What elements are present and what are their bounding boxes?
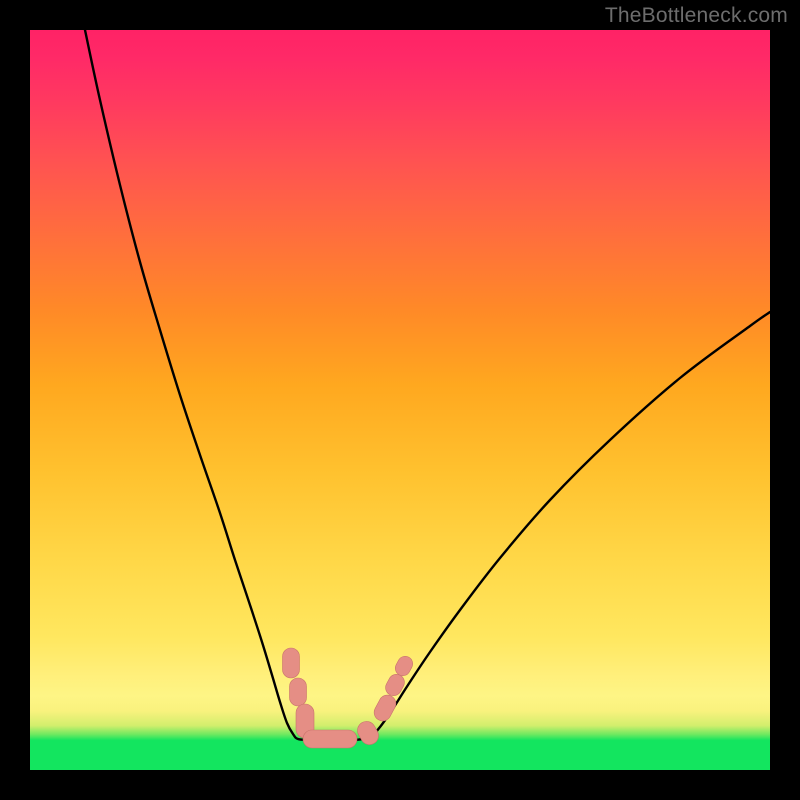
bottleneck-curve (85, 30, 770, 741)
data-marker (354, 718, 382, 748)
chart-svg (30, 30, 770, 770)
data-marker (371, 692, 399, 724)
data-marker (290, 678, 307, 706)
data-marker (303, 730, 357, 748)
chart-frame: TheBottleneck.com (0, 0, 800, 800)
plot-area (30, 30, 770, 770)
data-marker (283, 648, 300, 678)
curve-path (85, 30, 770, 741)
watermark-text: TheBottleneck.com (605, 4, 788, 28)
curve-markers (283, 648, 416, 748)
